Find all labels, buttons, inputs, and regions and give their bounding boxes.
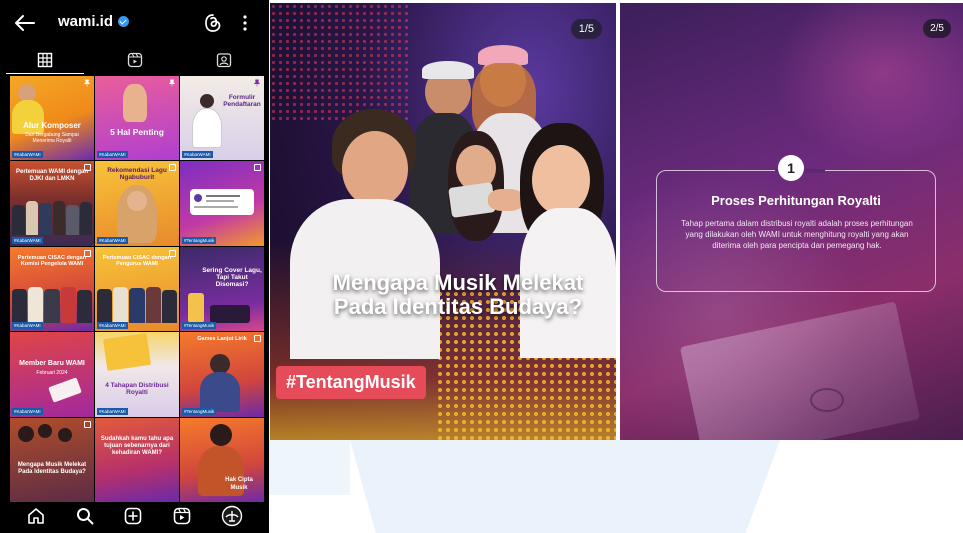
grid-post[interactable]: 4 Tahapan Distribusi Royalti #KabarWAMI [95,332,179,417]
profile-icon[interactable] [221,505,243,527]
grid-post[interactable]: Alur Komposer Dari Bergabung Sampai Mene… [10,76,94,161]
post-caption: 5 Hal Penting [110,127,164,137]
post-caption: Mengapa Musik Melekat Pada Identitas Bud… [17,461,87,475]
reels-icon[interactable] [172,506,192,526]
posts-grid: Alur Komposer Dari Bergabung Sampai Mene… [10,76,267,502]
back-arrow-icon[interactable] [14,12,36,34]
grid-post[interactable]: Sering Cover Lagu, Tapi Takut Disomasi? … [180,246,264,332]
grid-post[interactable]: Hak Cipta Musik [180,417,264,502]
tagged-icon [217,53,232,68]
post-caption: Pertemuan CISAC dengan Komisi Pengelola … [17,254,87,268]
grid-post[interactable]: Pertemuan WAMI dengan DJKI dan LMKN #Kab… [10,161,94,246]
post-caption: Rekomendasi Lagu Ngabuburit [107,167,167,182]
more-vertical-icon[interactable] [238,13,252,33]
post-tag: #KabarWAMI [12,322,43,330]
post-subcaption: Februari 2024 [36,370,68,377]
post-tag: #KabarWAMI [97,151,128,159]
post-caption: 4 Tahapan Distribusi Royalti [105,382,169,397]
post-tag: #TentangMusik [182,407,217,415]
grid-post[interactable]: Formulir Pendaftaran #KabarWAMI [180,76,264,161]
slide-body-text: Tahap pertama dalam distribusi royalti a… [681,219,913,250]
grid-post[interactable]: #TentangMusik [180,161,264,246]
grid-post[interactable]: Games Lanjut Lirik #TentangMusik [180,332,264,417]
carousel-icon [254,164,261,172]
slide-title: Proses Perhitungan Royalti [711,193,881,208]
post-tag: #TentangMusik [182,236,217,244]
post-caption: Pertemuan WAMI dengan DJKI dan LMKN [15,169,88,183]
verified-badge-icon [118,16,130,27]
home-icon[interactable] [26,506,46,526]
post-caption: Alur Komposer [23,121,81,130]
post-tag: #KabarWAMI [182,151,213,159]
hashtag-badge: #TentangMusik [276,366,426,399]
carousel-slide-2[interactable]: 2/5 1 Proses Perhitungan Royalti Tahap p… [620,3,963,440]
bottom-navigation [0,498,269,533]
post-tag: #KabarWAMI [97,407,128,415]
step-number-badge: 1 [778,155,804,181]
tab-grid[interactable] [0,46,90,74]
profile-username: wami.id [58,13,130,30]
tab-reels[interactable] [90,46,180,74]
grid-post[interactable]: Rekomendasi Lagu Ngabuburit #KabarWAMI [95,161,179,246]
grid-post[interactable]: 5 Hal Penting #KabarWAMI [95,76,179,161]
create-icon[interactable] [123,506,143,526]
grid-icon [37,52,53,68]
watermark-shape [268,440,350,495]
screenshot-canvas: wami.id Alur Komposer Dari Bergabung Sam… [0,0,963,533]
grid-post[interactable]: Mengapa Musik Melekat Pada Identitas Bud… [10,417,94,502]
post-caption: Member Baru WAMI [19,360,85,368]
search-icon[interactable] [75,506,95,526]
instagram-profile-screen: wami.id Alur Komposer Dari Bergabung Sam… [0,0,269,533]
reels-icon [127,52,142,68]
post-subcaption: Dari Bergabung Sampai Menerima Royalti [25,132,79,144]
watermark-shape [350,440,780,533]
post-tag: #KabarWAMI [12,407,43,415]
post-caption: Sering Cover Lagu, Tapi Takut Disomasi? [202,266,262,288]
slide-counter: 2/5 [923,19,951,38]
slide-counter: 1/5 [570,19,602,39]
post-tag: #KabarWAMI [12,151,43,159]
pin-icon [253,79,261,87]
pin-icon [168,79,176,87]
profile-header: wami.id [0,0,269,46]
carousel-slide-1[interactable]: 1/5 Mengapa Musik Melekat Pada Identitas… [270,3,616,440]
profile-tabs [0,46,269,74]
post-caption: Formulir Pendaftaran [223,94,261,108]
grid-post[interactable]: Pertemuan CISAC dengan Pengurus WAMI #Ka… [95,246,179,332]
pin-icon [83,79,91,87]
post-tag: #KabarWAMI [97,322,128,330]
post-caption: Pertemuan CISAC dengan Pengurus WAMI [102,254,172,268]
post-caption: Games Lanjut Lirik [197,336,247,343]
grid-post[interactable]: Member Baru WAMI Februari 2024 #KabarWAM… [10,332,94,417]
post-caption: Sudahkah kamu tahu apa tujuan sebenarnya… [100,435,174,456]
tab-tagged[interactable] [179,46,269,74]
username-text: wami.id [58,13,114,30]
stamp-mark [810,388,844,412]
grid-post[interactable]: Pertemuan CISAC dengan Komisi Pengelola … [10,246,94,332]
grid-post[interactable]: Sudahkah kamu tahu apa tujuan sebenarnya… [95,417,179,502]
post-tag: #KabarWAMI [97,236,128,244]
carousel-icon [84,420,91,428]
post-tag: #TentangMusik [182,322,217,330]
slide-headline: Mengapa Musik Melekat Pada Identitas Bud… [332,270,584,319]
threads-icon[interactable] [203,13,223,33]
post-tag: #KabarWAMI [12,236,43,244]
post-caption: Hak Cipta Musik [225,476,253,491]
